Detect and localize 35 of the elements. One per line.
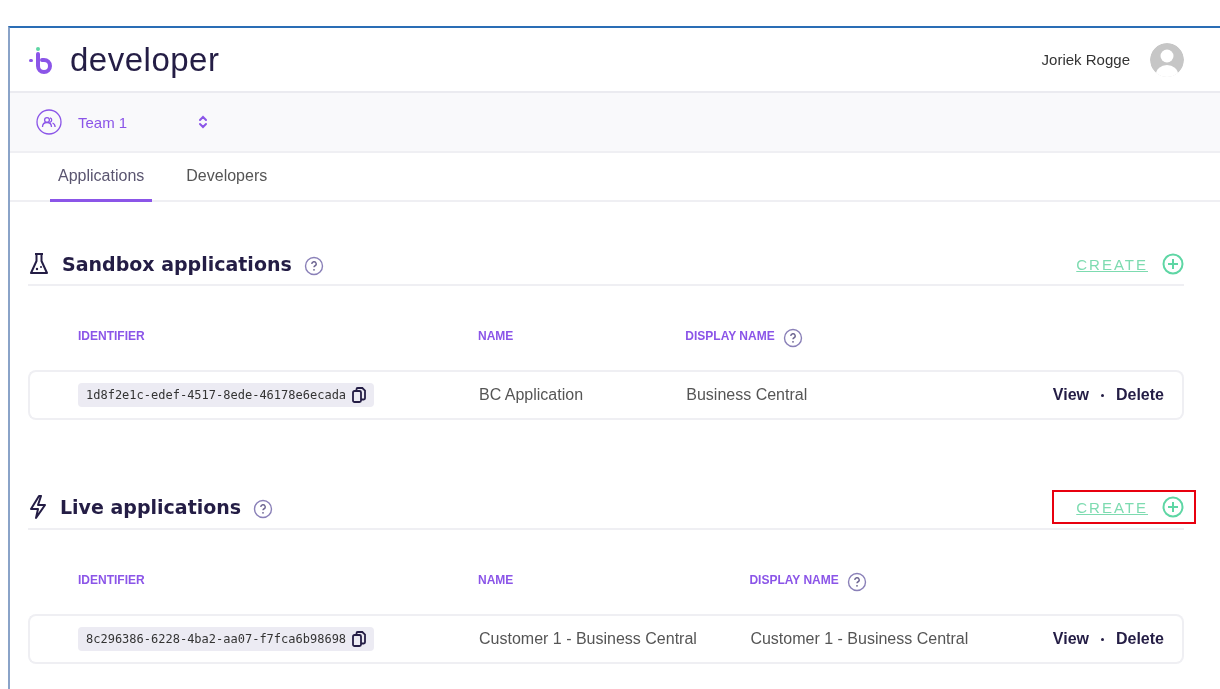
tab[interactable]: Applications <box>50 153 153 202</box>
flask-icon <box>28 252 50 276</box>
help-icon[interactable] <box>303 256 324 276</box>
team-icon <box>36 109 62 135</box>
help-icon[interactable] <box>782 328 803 348</box>
copy-icon[interactable] <box>352 631 367 647</box>
user-name: Joriek Rogge <box>1041 51 1130 68</box>
column-header: IDENTIFIER <box>78 329 145 343</box>
action-link[interactable]: View <box>1052 630 1089 648</box>
identifier-chip: 8c296386-6228-4ba2-aa07-f7fca6b98698 <box>78 627 375 651</box>
lightning-icon <box>28 494 48 520</box>
add-icon[interactable] <box>1162 253 1184 275</box>
team-name[interactable]: Team 1 <box>78 113 188 131</box>
column-header: IDENTIFIER <box>78 573 145 587</box>
table-cell: Customer 1 - Business Central <box>750 630 969 647</box>
table-cell: Business Central <box>686 386 808 403</box>
column-header: DISPLAY NAME <box>685 329 775 343</box>
copy-icon[interactable] <box>352 387 367 403</box>
column-header: NAME <box>478 573 514 587</box>
table-cell: Customer 1 - Business Central <box>479 630 697 647</box>
table-cell: BC Application <box>479 386 584 403</box>
section-title: Sandbox applications <box>62 253 292 275</box>
help-icon[interactable] <box>253 499 274 519</box>
add-icon[interactable] <box>1162 496 1184 518</box>
action-link[interactable]: View <box>1052 386 1089 404</box>
identifier-chip: 1d8f2e1c-edef-4517-8ede-46178e6ecada <box>78 383 375 407</box>
section-title: Live applications <box>60 496 242 518</box>
action-link[interactable]: Delete <box>1115 630 1164 648</box>
help-icon[interactable] <box>846 572 867 592</box>
tab[interactable]: Developers <box>178 153 276 202</box>
column-header: NAME <box>478 329 514 343</box>
column-header: DISPLAY NAME <box>749 573 839 587</box>
chevron-updown-icon[interactable] <box>198 114 208 130</box>
action-link[interactable]: Delete <box>1115 386 1164 404</box>
app-title: developer <box>70 40 220 79</box>
